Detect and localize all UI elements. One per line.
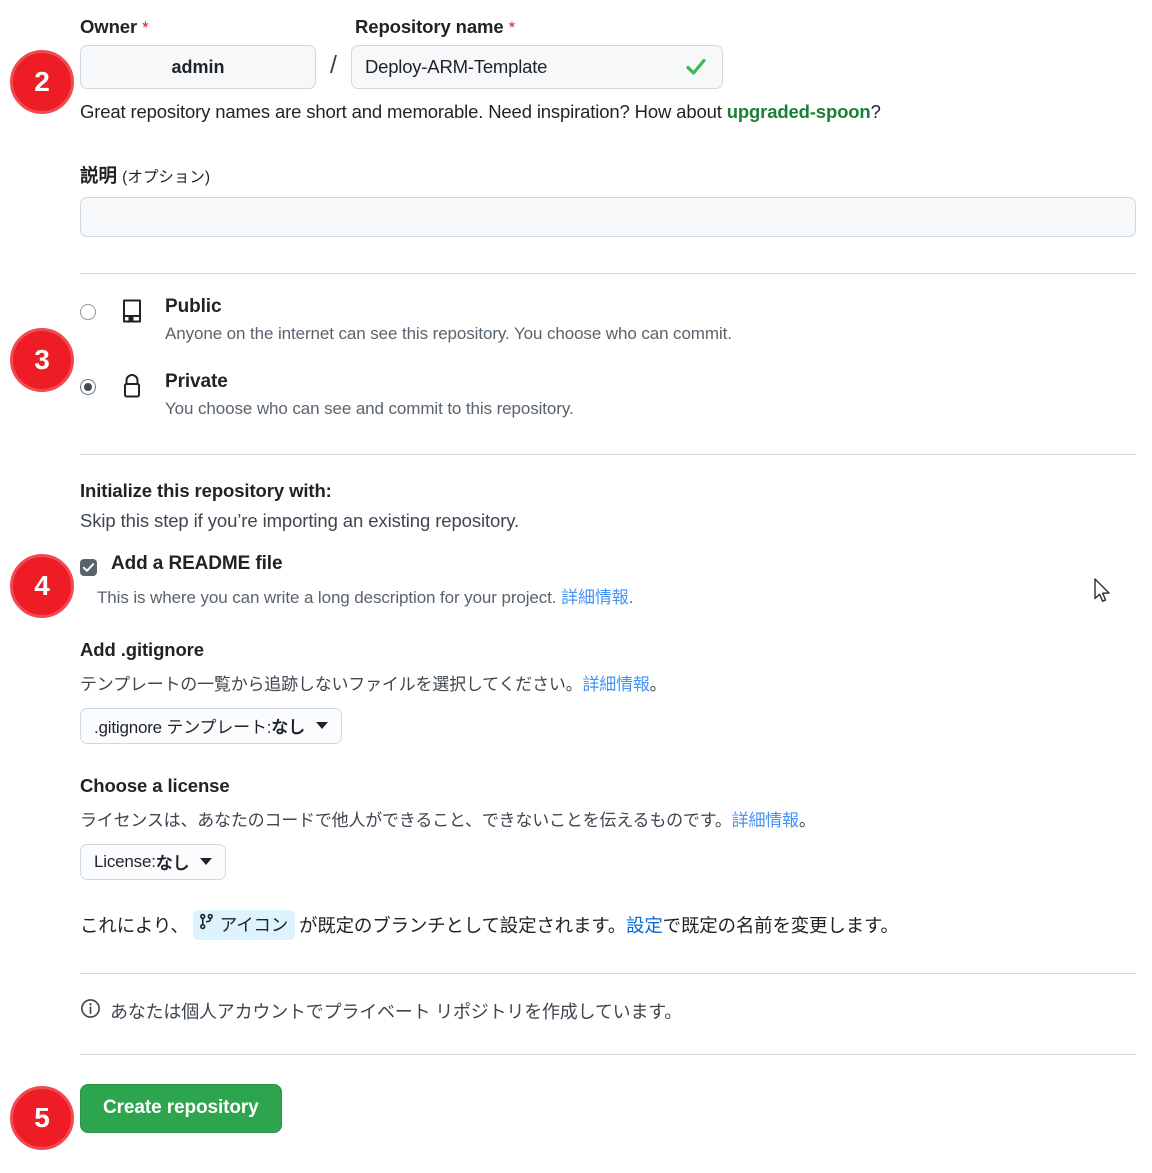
divider-visibility [80, 273, 1136, 274]
readme-description-suffix: . [628, 587, 634, 607]
visibility-option-private[interactable]: Private You choose who can see and commi… [80, 371, 1136, 419]
divider-initialize [80, 453, 1136, 455]
account-info-note: あなたは個人アカウントでプライベート リポジトリを作成しています。 [80, 998, 1136, 1024]
create-repository-button[interactable]: Create repository [80, 1083, 282, 1133]
repository-name-hint-suffix: ? [870, 101, 881, 122]
branch-settings-link[interactable]: 設定 [626, 912, 663, 938]
gitignore-dropdown-value: なし [271, 718, 305, 738]
divider-footer [80, 1053, 1136, 1055]
divider-info [80, 972, 1136, 974]
visibility-option-public[interactable]: Public Anyone on the internet can see th… [80, 296, 1136, 344]
book-icon [119, 298, 145, 324]
gitignore-learn-more-link[interactable]: 詳細情報 [582, 675, 649, 694]
license-dropdown[interactable]: License: なし [80, 843, 227, 880]
private-text-block: Private You choose who can see and commi… [165, 371, 574, 419]
initialize-title: Initialize this repository with: [80, 479, 332, 501]
description-label: 説明 (オプション) [80, 162, 1136, 188]
description-label-text: 説明 [80, 165, 118, 186]
default-branch-badge: アイコン [192, 909, 296, 940]
owner-and-name-row: admin / Deploy-ARM-Template [80, 45, 1136, 89]
license-dropdown-value: なし [155, 854, 190, 874]
owner-value: admin [171, 56, 225, 77]
branch-note-prefix: これにより、 [80, 914, 189, 936]
default-branch-badge-label: アイコン [219, 914, 289, 935]
owner-label-wrap: Owner * [80, 16, 355, 38]
public-title: Public [165, 296, 222, 317]
step-badge-2-number: 2 [34, 66, 50, 97]
step-badge-3-number: 3 [34, 344, 50, 375]
branch-note-suffix: で既定の名前を変更します。 [662, 914, 899, 936]
git-branch-icon [199, 913, 220, 935]
repository-name-hint-prefix: Great repository names are short and mem… [80, 101, 727, 122]
readme-checkbox-row[interactable]: Add a README file [80, 552, 1136, 576]
step-badge-4: 4 [10, 554, 74, 618]
repository-name-label: Repository name [355, 16, 504, 37]
step-badge-2: 2 [10, 50, 74, 114]
initialize-subtitle: Skip this step if you’re importing an ex… [80, 509, 520, 531]
gitignore-title: Add .gitignore [80, 638, 204, 660]
lock-icon [119, 373, 145, 399]
public-radio[interactable] [80, 304, 96, 320]
public-description: Anyone on the internet can see this repo… [165, 323, 732, 343]
create-repository-button-label: Create repository [103, 1097, 259, 1119]
gitignore-description-prefix: テンプレートの一覧から追跡しないファイルを選択してください。 [80, 674, 583, 694]
license-description: ライセンスは、あなたのコードで他人ができること、できないことを伝えるものです。詳… [80, 806, 1136, 831]
owner-label: Owner [80, 16, 138, 37]
repository-name-hint: Great repository names are short and mem… [80, 101, 1136, 123]
gitignore-description: テンプレートの一覧から追跡しないファイルを選択してください。詳細情報。 [80, 670, 1136, 695]
owner-name-separator: / [330, 50, 337, 79]
license-description-prefix: ライセンスは、あなたのコードで他人ができること、できないことを伝えるものです。 [80, 810, 732, 830]
visibility-radio-group: Public Anyone on the internet can see th… [80, 296, 1136, 419]
step-badge-3: 3 [10, 328, 74, 392]
readme-checkbox[interactable] [80, 558, 97, 576]
repository-name-input[interactable]: Deploy-ARM-Template [350, 45, 723, 89]
default-branch-note: これにより、 アイコン が既定のブランチとして設定されます。 設定 で既定の名前を変… [80, 909, 1136, 940]
check-icon [684, 55, 708, 79]
account-info-text: あなたは個人アカウントでプライベート リポジトリを作成しています。 [110, 1001, 683, 1022]
description-input[interactable] [80, 197, 1136, 237]
chevron-down-icon [315, 722, 328, 730]
private-description: You choose who can see and commit to thi… [165, 398, 574, 418]
repository-name-required-mark: * [508, 18, 516, 37]
license-dropdown-prefix: License: [94, 851, 156, 871]
license-learn-more-link[interactable]: 詳細情報 [732, 811, 799, 830]
public-text-block: Public Anyone on the internet can see th… [165, 296, 732, 344]
gitignore-template-dropdown[interactable]: .gitignore テンプレート: なし [80, 707, 342, 744]
field-labels-row: Owner * Repository name * [80, 16, 1136, 38]
readme-description-prefix: This is where you can write a long descr… [97, 587, 562, 607]
readme-description: This is where you can write a long descr… [97, 583, 1136, 608]
license-description-suffix: 。 [798, 810, 816, 830]
private-radio[interactable] [80, 378, 96, 395]
branch-note-middle: が既定のブランチとして設定されます。 [299, 914, 627, 936]
step-badge-5: 5 [10, 1086, 74, 1150]
owner-select[interactable]: admin [80, 45, 316, 89]
gitignore-description-suffix: 。 [649, 674, 667, 694]
gitignore-dropdown-prefix: .gitignore テンプレート: [94, 718, 272, 738]
chevron-down-icon [200, 858, 213, 866]
readme-label: Add a README file [111, 552, 283, 574]
step-badge-4-number: 4 [34, 570, 50, 601]
info-icon [80, 998, 110, 1024]
readme-learn-more-link[interactable]: 詳細情報 [561, 588, 629, 607]
owner-required-mark: * [142, 18, 149, 37]
repository-name-value: Deploy-ARM-Template [364, 56, 548, 77]
readme-label-block: Add a README file [111, 552, 283, 575]
create-repository-form: Owner * Repository name * admin / Deploy-A… [80, 0, 1136, 1133]
private-title: Private [165, 370, 228, 392]
repository-name-label-wrap: Repository name * [355, 16, 515, 38]
license-title: Choose a license [80, 774, 230, 796]
suggested-name-link[interactable]: upgraded-spoon [727, 101, 871, 122]
description-optional-text: (オプション) [122, 169, 210, 186]
step-badge-5-number: 5 [34, 1102, 50, 1133]
